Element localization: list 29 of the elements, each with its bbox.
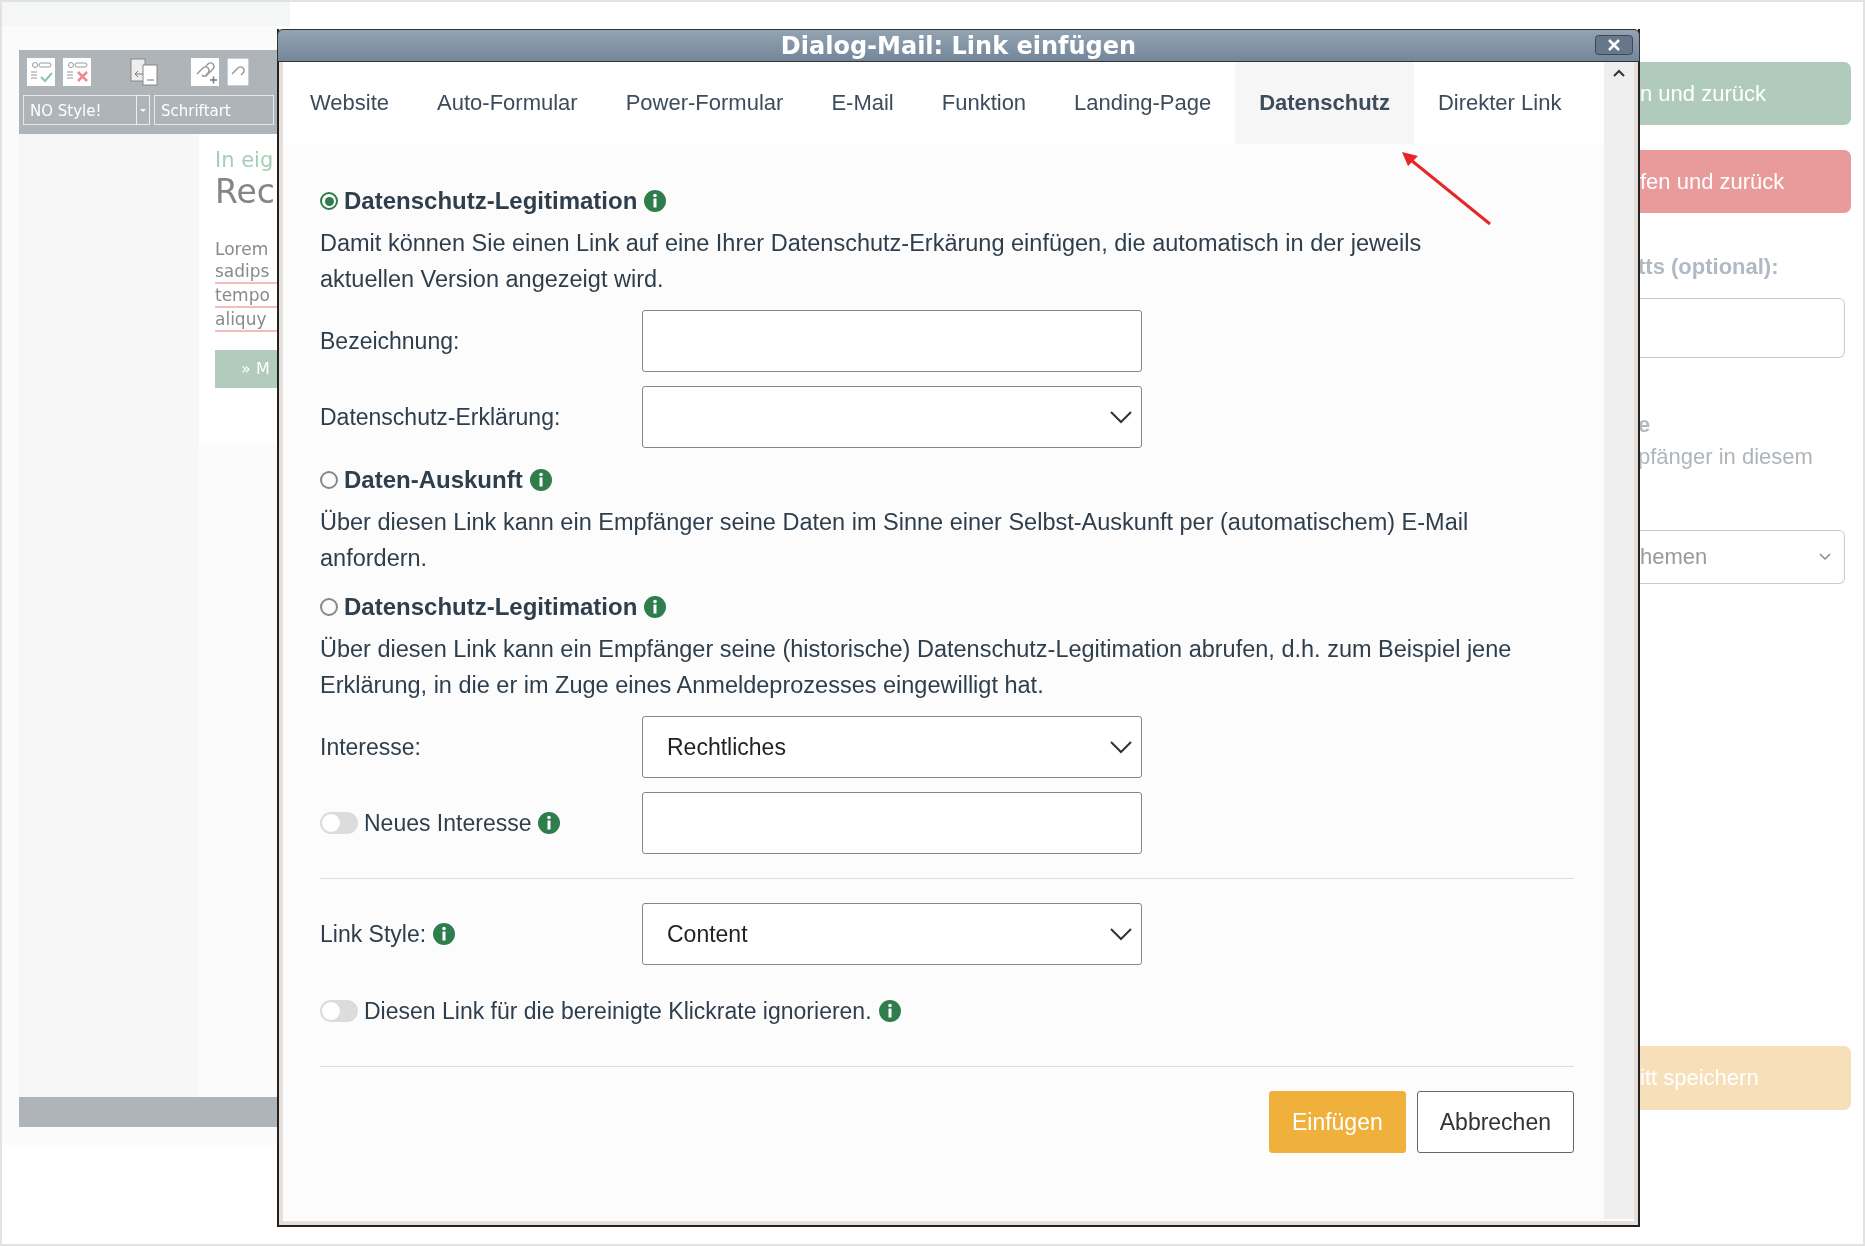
tab[interactable]: Datenschutz xyxy=(1235,62,1414,144)
tab[interactable]: Landing-Page xyxy=(1050,62,1236,144)
option-description: Damit können Sie einen Link auf eine Ihrer Datenschutz-Erkärung einfügen, die automatisch in der jeweils aktuellen Version angezeigt wird. xyxy=(320,229,1423,294)
section-text: pfänger in diesem xyxy=(1638,444,1814,470)
toggle-label: Diesen Link für die bereinigte Klickrate ignorieren. xyxy=(364,997,872,1025)
select-field[interactable]: Content xyxy=(642,903,1142,965)
option-label: Datenschutz-Legitimation xyxy=(344,593,638,621)
preview-kicker: In eig xyxy=(215,148,275,172)
dialog-title: Dialog-Mail: Link einfügen xyxy=(780,31,1137,60)
tab[interactable]: Power-Formular xyxy=(601,62,808,144)
tab[interactable]: Funktion xyxy=(917,62,1051,144)
preview-text: Lorem xyxy=(215,238,270,261)
option-description: Über diesen Link kann ein Empfänger seine (historische) Datenschutz-Legitimation abrufen, d.h. zum Beispiel jene Erklärung, in die er im Zuge eines Anmeldeprozesses eingewilligt hat. xyxy=(320,635,1513,700)
tab[interactable]: Website xyxy=(286,62,414,144)
tab[interactable]: E-Mail xyxy=(807,62,918,144)
option-label: Daten-Auskunft xyxy=(344,466,523,494)
option-label: Datenschutz-Legitimation xyxy=(344,187,638,215)
preview-heading: Rec xyxy=(215,172,276,211)
select-field[interactable]: Rechtliches xyxy=(642,716,1142,778)
field-label: Bezeichnung: xyxy=(320,327,461,355)
field-label: Link Style: xyxy=(320,920,427,948)
field-label: Interesse: xyxy=(320,733,422,761)
field-label: Datenschutz-Erklärung: xyxy=(320,403,562,431)
tab[interactable]: Direkter Link xyxy=(1413,62,1586,144)
cancel-button[interactable]: Abbrechen xyxy=(1416,1091,1574,1153)
field-label: Neues Interesse xyxy=(364,809,532,837)
field-label: tts (optional): xyxy=(1638,254,1780,280)
option-description: Über diesen Link kann ein Empfänger seine Daten im Sinne einer Selbst-Auskunft per (automatischem) E-Mail anfordern. xyxy=(320,508,1470,573)
tab[interactable]: Auto-Formular xyxy=(413,62,602,144)
